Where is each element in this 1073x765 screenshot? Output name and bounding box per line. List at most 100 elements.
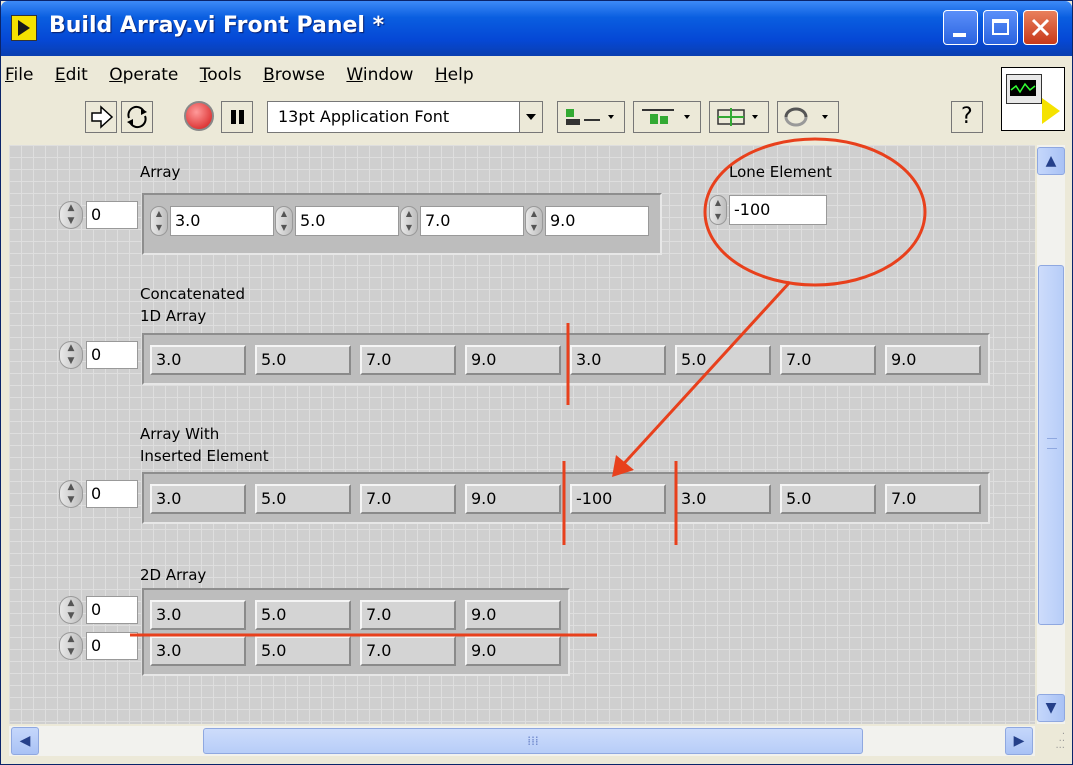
lone-element-control[interactable]: ▲ ▼ -100 xyxy=(709,194,827,226)
array-2d-row-index[interactable]: 0 xyxy=(86,596,138,624)
element-spinner[interactable]: ▲ ▼ xyxy=(525,206,543,236)
reorder-button[interactable] xyxy=(777,101,839,133)
element-spinner[interactable]: ▲ ▼ xyxy=(400,206,418,236)
run-continuously-button[interactable] xyxy=(121,101,153,133)
array-2d-cell: 9.0 xyxy=(465,600,561,630)
array-element[interactable]: ▲ ▼ 7.0 xyxy=(400,205,524,237)
window-title: Build Array.vi Front Panel * xyxy=(49,13,385,38)
scroll-right-button[interactable]: ▶ xyxy=(1005,727,1033,755)
array-element[interactable]: ▲ ▼ 5.0 xyxy=(275,205,399,237)
array-2d-row-index-display[interactable]: ▲ ▼ 0 xyxy=(59,594,141,626)
index-spinner[interactable]: ▲ ▼ xyxy=(59,341,83,369)
chevron-down-icon xyxy=(519,102,542,132)
array-element[interactable]: ▲ ▼ 9.0 xyxy=(525,205,649,237)
close-icon xyxy=(1031,18,1050,37)
scroll-left-button[interactable]: ◀ xyxy=(11,727,39,755)
array-element-value[interactable]: 3.0 xyxy=(170,206,274,236)
menu-edit[interactable]: Edit xyxy=(55,65,88,85)
pause-icon xyxy=(231,110,236,124)
lone-element-spinner[interactable]: ▲ ▼ xyxy=(709,195,727,225)
inserted-label-line2: Inserted Element xyxy=(140,447,269,465)
abort-icon xyxy=(184,101,214,131)
array-2d-cell: 7.0 xyxy=(360,636,456,666)
array-2d-cell: 3.0 xyxy=(150,636,246,666)
concatenated-element: 3.0 xyxy=(570,345,666,375)
inserted-frame: 3.0 5.0 7.0 9.0 -100 3.0 5.0 7.0 xyxy=(142,472,990,524)
array-element-value[interactable]: 7.0 xyxy=(420,206,524,236)
inserted-index-display[interactable]: ▲ ▼ 0 xyxy=(59,478,141,510)
context-help-button[interactable]: ? xyxy=(951,101,983,133)
lone-element-value[interactable]: -100 xyxy=(729,195,827,225)
scroll-up-button[interactable]: ▲ xyxy=(1037,147,1065,175)
index-spinner[interactable]: ▲ ▼ xyxy=(59,480,83,508)
run-continuously-icon xyxy=(127,105,147,129)
concatenated-label-line2: 1D Array xyxy=(140,307,207,325)
resize-grip-icon[interactable]: · ·· ··· xyxy=(1041,730,1065,755)
element-spinner[interactable]: ▲ ▼ xyxy=(275,206,293,236)
inserted-element: -100 xyxy=(570,484,666,514)
inserted-index[interactable]: 0 xyxy=(86,480,138,508)
grip-icon xyxy=(1047,438,1057,449)
run-button[interactable] xyxy=(85,101,117,133)
align-objects-icon xyxy=(566,109,614,125)
vi-icon xyxy=(1001,67,1065,131)
inserted-element: 7.0 xyxy=(885,484,981,514)
concatenated-element: 5.0 xyxy=(675,345,771,375)
array-2d-cell: 5.0 xyxy=(255,600,351,630)
inserted-element: 3.0 xyxy=(150,484,246,514)
minimize-icon xyxy=(953,33,966,37)
index-spinner[interactable]: ▲ ▼ xyxy=(59,596,83,624)
array-index-display[interactable]: ▲ ▼ 0 xyxy=(59,199,141,231)
abort-button[interactable] xyxy=(183,101,215,133)
distribute-objects-button[interactable] xyxy=(633,101,701,133)
close-button[interactable] xyxy=(1023,10,1058,45)
index-spinner[interactable]: ▲ ▼ xyxy=(59,632,83,660)
horizontal-scroll-thumb[interactable]: ⁞⁞⁞ xyxy=(203,728,863,754)
align-objects-button[interactable] xyxy=(557,101,625,133)
array-2d-label: 2D Array xyxy=(140,566,207,584)
array-element[interactable]: ▲ ▼ 3.0 xyxy=(150,205,274,237)
concatenated-element: 3.0 xyxy=(150,345,246,375)
front-panel: Array ▲ ▼ 0 ▲ ▼ 3.0 ▲ ▼ 5.0 ▲ ▼ 7.0 ▲ ▼ 9.0 xyxy=(9,145,1035,724)
distribute-objects-icon xyxy=(642,109,690,124)
font-select-value: 13pt Application Font xyxy=(278,107,450,126)
menu-file[interactable]: File xyxy=(5,65,33,85)
concatenated-index-display[interactable]: ▲ ▼ 0 xyxy=(59,339,141,371)
concatenated-label-line1: Concatenated xyxy=(140,285,246,303)
menu-window[interactable]: Window xyxy=(346,65,413,85)
array-2d-cell: 5.0 xyxy=(255,636,351,666)
concatenated-frame: 3.0 5.0 7.0 9.0 3.0 5.0 7.0 9.0 xyxy=(142,333,990,385)
menu-help[interactable]: Help xyxy=(435,65,474,85)
inserted-element: 9.0 xyxy=(465,484,561,514)
array-element-value[interactable]: 9.0 xyxy=(545,206,649,236)
concatenated-element: 9.0 xyxy=(885,345,981,375)
array-element-value[interactable]: 5.0 xyxy=(295,206,399,236)
font-select[interactable]: 13pt Application Font xyxy=(267,101,543,133)
menu-tools[interactable]: Tools xyxy=(200,65,242,85)
inserted-element: 7.0 xyxy=(360,484,456,514)
array-2d-col-index-display[interactable]: ▲ ▼ 0 xyxy=(59,630,141,662)
vertical-scroll-thumb[interactable] xyxy=(1038,265,1064,625)
index-spinner[interactable]: ▲ ▼ xyxy=(59,201,83,229)
array-2d-cell: 9.0 xyxy=(465,636,561,666)
scroll-down-button[interactable]: ▼ xyxy=(1037,694,1065,722)
inserted-element: 5.0 xyxy=(780,484,876,514)
inserted-label-line1: Array With xyxy=(140,425,220,443)
minimize-button[interactable] xyxy=(943,10,978,45)
inserted-element: 3.0 xyxy=(675,484,771,514)
menu-operate[interactable]: Operate xyxy=(109,65,178,85)
array-label: Array xyxy=(140,163,181,181)
pause-button[interactable] xyxy=(221,101,253,133)
title-bar[interactable]: Build Array.vi Front Panel * xyxy=(1,1,1072,56)
resize-objects-button[interactable] xyxy=(709,101,769,133)
help-icon: ? xyxy=(961,104,973,129)
inserted-element: 5.0 xyxy=(255,484,351,514)
vertical-scrollbar[interactable]: ▲ ▼ xyxy=(1037,145,1065,724)
menu-browse[interactable]: Browse xyxy=(263,65,325,85)
concatenated-index[interactable]: 0 xyxy=(86,341,138,369)
array-2d-col-index[interactable]: 0 xyxy=(86,632,138,660)
horizontal-scrollbar[interactable]: ◀ ⁞⁞⁞ ▶ xyxy=(9,726,1035,756)
array-index[interactable]: 0 xyxy=(86,201,138,229)
maximize-button[interactable] xyxy=(983,10,1018,45)
element-spinner[interactable]: ▲ ▼ xyxy=(150,206,168,236)
